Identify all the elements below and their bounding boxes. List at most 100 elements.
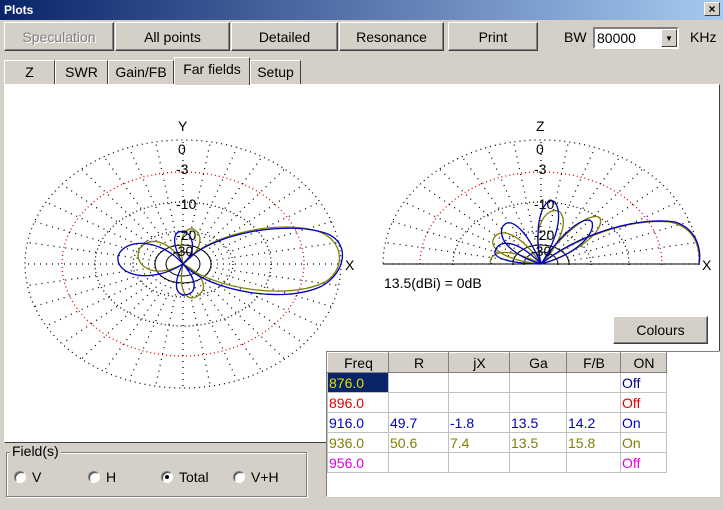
header-freq[interactable]: Freq xyxy=(327,352,389,373)
cell-r[interactable]: 50.6 xyxy=(388,432,449,453)
grid-spoke xyxy=(549,147,596,247)
header-r[interactable]: R xyxy=(388,352,449,373)
cell-jx[interactable] xyxy=(448,372,510,393)
title-bar: Plots × xyxy=(0,0,723,20)
tab-far-fields[interactable]: Far fields xyxy=(174,57,250,85)
bw-value: 80000 xyxy=(597,30,636,46)
colours-button[interactable]: Colours xyxy=(613,316,708,344)
speculation-button[interactable]: Speculation xyxy=(4,22,114,51)
table-row[interactable]: 876.0 Off xyxy=(327,372,667,393)
window-title: Plots xyxy=(4,3,34,17)
cell-ga[interactable] xyxy=(509,452,567,473)
grid-spoke xyxy=(196,156,263,248)
bw-label: BW xyxy=(564,29,587,45)
grid-spoke xyxy=(103,280,170,372)
cell-jx[interactable]: -1.8 xyxy=(448,412,510,433)
grid-spoke xyxy=(128,281,175,381)
grid-spoke xyxy=(403,201,518,256)
grid-spoke xyxy=(128,147,175,247)
grid-spoke xyxy=(204,275,305,345)
cell-ga[interactable]: 13.5 xyxy=(509,412,567,433)
cell-r[interactable]: 49.7 xyxy=(388,412,449,433)
cell-freq[interactable]: 936.0 xyxy=(327,432,389,453)
cell-fb[interactable] xyxy=(566,392,621,413)
cell-fb[interactable]: 15.8 xyxy=(566,432,621,453)
reference-text: 13.5(dBi) = 0dB xyxy=(384,275,482,291)
radio-dot-v[interactable] xyxy=(14,471,26,483)
tab-swr[interactable]: SWR xyxy=(55,60,108,84)
header-jx[interactable]: jX xyxy=(448,352,510,373)
ring-label-0: 0 xyxy=(178,141,186,157)
grid-spoke xyxy=(80,278,166,360)
chevron-down-icon[interactable]: ▼ xyxy=(661,29,677,47)
cell-ga[interactable] xyxy=(509,372,567,393)
cell-r[interactable] xyxy=(388,392,449,413)
bw-unit-label: KHz xyxy=(690,29,717,45)
horizontal-axis-y-label: Y xyxy=(178,118,188,134)
tab-z[interactable]: Z xyxy=(4,60,55,84)
grid-spoke xyxy=(196,280,263,372)
cell-freq[interactable]: 956.0 xyxy=(327,452,389,473)
table-header-row: Freq R jX Ga F/B ON xyxy=(327,352,667,373)
grid-spoke xyxy=(204,183,305,253)
cell-ga[interactable]: 13.5 xyxy=(509,432,567,453)
radio-label-h: H xyxy=(106,469,117,485)
table-row[interactable]: 936.0 50.6 7.4 13.5 15.8 On xyxy=(327,432,667,453)
cell-ga[interactable] xyxy=(509,392,567,413)
table-row[interactable]: 896.0 Off xyxy=(327,392,667,413)
cell-on[interactable]: Off xyxy=(620,392,667,413)
fields-legend: Field(s) xyxy=(10,443,61,459)
radio-label-v-plus-h: V+H xyxy=(251,469,279,485)
radio-dot-v-plus-h[interactable] xyxy=(233,471,245,483)
tab-setup[interactable]: Setup xyxy=(250,60,301,84)
cell-freq[interactable]: 916.0 xyxy=(327,412,389,433)
header-on[interactable]: ON xyxy=(620,352,667,373)
table-row[interactable]: 916.0 49.7 -1.8 13.5 14.2 On xyxy=(327,412,667,433)
grid-spoke xyxy=(191,147,238,247)
grid-spoke xyxy=(27,266,156,287)
cell-on[interactable]: Off xyxy=(620,452,667,473)
cell-fb[interactable]: 14.2 xyxy=(566,412,621,433)
resonance-button[interactable]: Resonance xyxy=(339,22,444,51)
grid-spoke xyxy=(154,141,179,246)
cell-jx[interactable] xyxy=(448,392,510,413)
print-button[interactable]: Print xyxy=(448,22,538,51)
cell-freq[interactable]: 896.0 xyxy=(327,392,389,413)
frequency-table[interactable]: Freq R jX Ga F/B ON 876.0 Off 896.0 Off 916.… xyxy=(326,351,720,497)
vertical-polar-plot: Z 0 -3 -10 -20 -30 X 13.5(dBi) = 0dB xyxy=(382,118,712,291)
cell-freq[interactable]: 876.0 xyxy=(327,372,389,393)
ring-label-20: -20 xyxy=(176,227,196,243)
cell-on[interactable]: Off xyxy=(620,372,667,393)
cell-on[interactable]: On xyxy=(620,432,667,453)
tab-gain-fb[interactable]: Gain/FB xyxy=(108,60,174,84)
grid-spoke xyxy=(461,156,528,248)
radio-label-total: Total xyxy=(179,469,209,485)
cell-r[interactable] xyxy=(388,372,449,393)
cell-jx[interactable] xyxy=(448,452,510,473)
grid-spoke xyxy=(564,201,679,256)
ring-label-3: -3 xyxy=(176,161,189,177)
vertical-axis-x-label: X xyxy=(702,257,712,273)
cell-fb[interactable] xyxy=(566,372,621,393)
grid-spoke xyxy=(191,281,238,381)
cell-fb[interactable] xyxy=(566,452,621,473)
all-points-button[interactable]: All points xyxy=(115,22,230,51)
vertical-ring-label-0: 0 xyxy=(536,141,544,157)
vertical-axis-z-label: Z xyxy=(536,118,545,134)
close-icon: × xyxy=(708,2,716,16)
bw-select[interactable]: 80000 ▼ xyxy=(593,27,679,49)
vertical-ring-label-3: -3 xyxy=(534,161,547,177)
header-ga[interactable]: Ga xyxy=(509,352,567,373)
cell-r[interactable] xyxy=(388,452,449,473)
header-fb[interactable]: F/B xyxy=(566,352,621,373)
table-row[interactable]: 956.0 Off xyxy=(327,452,667,473)
grid-spoke xyxy=(61,183,162,253)
detailed-button[interactable]: Detailed xyxy=(231,22,338,51)
cell-on[interactable]: On xyxy=(620,412,667,433)
radio-dot-total[interactable] xyxy=(161,471,173,483)
radio-label-v: V xyxy=(32,469,42,485)
radio-dot-h[interactable] xyxy=(88,471,100,483)
vertical-ring-label-10: -10 xyxy=(534,196,554,212)
close-button[interactable]: × xyxy=(704,2,720,16)
cell-jx[interactable]: 7.4 xyxy=(448,432,510,453)
